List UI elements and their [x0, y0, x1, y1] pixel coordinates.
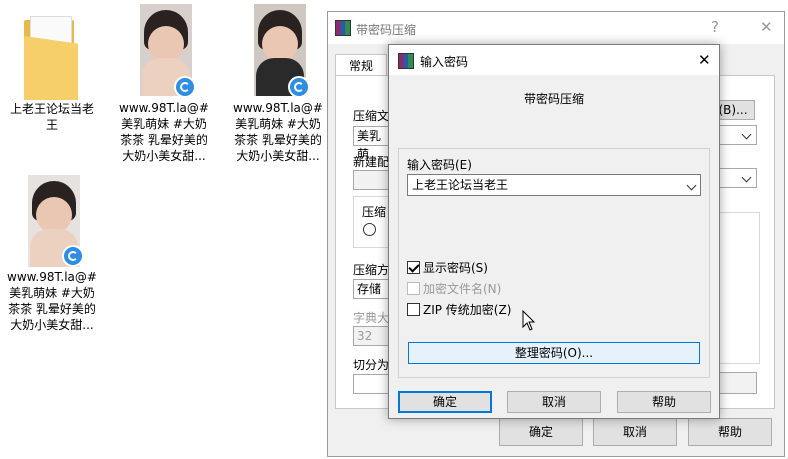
- dictionary-label: 字典大: [353, 311, 390, 325]
- split-select[interactable]: [353, 374, 393, 394]
- password-dialog-title: 输入密码: [420, 55, 469, 69]
- password-dialog-titlebar: 输入密码 ✕: [389, 45, 719, 75]
- help-icon[interactable]: ?: [711, 18, 719, 36]
- video-thumbnail-icon: [230, 4, 326, 98]
- desktop-icon-label: www.98T.la@#美乳萌妹 #大奶茶茶 乳晕好美的大奶小美女甜...: [119, 101, 209, 163]
- show-password-checkbox[interactable]: 显示密码(S): [407, 259, 488, 276]
- encrypt-filenames-checkbox: 加密文件名(N): [407, 280, 501, 297]
- mouse-cursor-icon: [522, 310, 536, 331]
- tab-general[interactable]: 常规: [335, 54, 387, 77]
- dictionary-select[interactable]: 32: [353, 326, 393, 346]
- cancel-button[interactable]: 取消: [507, 391, 601, 413]
- folder-icon: [4, 6, 100, 100]
- close-icon[interactable]: ✕: [698, 51, 711, 69]
- desktop-video-file[interactable]: www.98T.la@#美乳萌妹 #大奶茶茶 乳晕好美的大奶小美女甜...: [230, 4, 326, 164]
- archive-name-input[interactable]: 美乳萌: [353, 126, 393, 161]
- zip-legacy-encryption-checkbox[interactable]: ZIP 传统加密(Z): [407, 301, 511, 318]
- format-radio[interactable]: [363, 223, 376, 236]
- archive-name-label: 压缩文: [353, 109, 390, 123]
- chevron-down-icon[interactable]: [686, 180, 697, 191]
- ok-button[interactable]: 确定: [499, 418, 583, 446]
- password-dialog: 输入密码 ✕ 带密码压缩 输入密码(E) 上老王论坛当老王 显示密码(S) 加密…: [388, 44, 720, 419]
- password-value: 上老王论坛当老王: [412, 178, 509, 192]
- app-badge-icon: [62, 245, 84, 267]
- help-button[interactable]: 帮助: [617, 391, 711, 413]
- archive-dialog-title: 带密码压缩: [356, 23, 417, 37]
- archive-dialog-titlebar: 带密码压缩 ? ✕: [328, 12, 784, 44]
- profile-label: 新建配: [353, 155, 390, 169]
- close-icon[interactable]: ✕: [760, 18, 773, 36]
- help-button[interactable]: 帮助: [688, 418, 772, 446]
- zip-legacy-label: ZIP 传统加密(Z): [423, 303, 512, 317]
- app-badge-icon: [288, 76, 310, 98]
- app-badge-icon: [174, 76, 196, 98]
- winrar-icon: [335, 20, 351, 36]
- format-label: 压缩: [362, 205, 387, 219]
- show-password-label: 显示密码(S): [423, 261, 488, 275]
- encrypt-filenames-label: 加密文件名(N): [423, 282, 502, 296]
- desktop-folder[interactable]: 上老王论坛当老王: [4, 6, 100, 133]
- dialog-heading: 带密码压缩: [523, 92, 584, 106]
- desktop-video-file[interactable]: www.98T.la@#美乳萌妹 #大奶茶茶 乳晕好美的大奶小美女甜...: [116, 4, 212, 164]
- checkbox-checked-icon[interactable]: [407, 261, 420, 274]
- password-label: 输入密码(E): [407, 158, 472, 172]
- method-select[interactable]: 存储: [353, 279, 393, 299]
- cancel-button[interactable]: 取消: [593, 418, 677, 446]
- winrar-icon: [398, 53, 414, 69]
- checkbox-icon[interactable]: [407, 303, 420, 316]
- organize-passwords-button[interactable]: 整理密码(O)...: [408, 342, 700, 364]
- desktop-icon-label: www.98T.la@#美乳萌妹 #大奶茶茶 乳晕好美的大奶小美女甜...: [233, 101, 323, 163]
- desktop-icon-label: 上老王论坛当老王: [9, 102, 94, 132]
- video-thumbnail-icon: [4, 175, 100, 269]
- profile-button[interactable]: [353, 170, 393, 190]
- video-thumbnail-icon: [116, 4, 212, 98]
- password-input[interactable]: 上老王论坛当老王: [407, 174, 701, 196]
- desktop-icon-label: www.98T.la@#美乳萌妹 #大奶茶茶 乳晕好美的大奶小美女甜...: [7, 270, 97, 332]
- split-label: 切分为: [353, 358, 390, 372]
- method-label: 压缩方: [353, 263, 390, 277]
- ok-button[interactable]: 确定: [398, 391, 492, 413]
- checkbox-icon: [407, 282, 420, 295]
- desktop-video-file[interactable]: www.98T.la@#美乳萌妹 #大奶茶茶 乳晕好美的大奶小美女甜...: [4, 175, 100, 333]
